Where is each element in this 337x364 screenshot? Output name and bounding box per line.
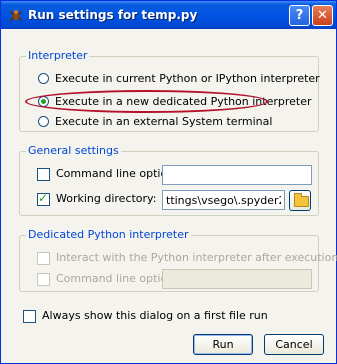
check-icon: ✓ bbox=[38, 191, 49, 205]
workdir-input[interactable] bbox=[162, 190, 285, 210]
cmdline-checkbox[interactable] bbox=[37, 168, 50, 181]
general-settings-title: General settings bbox=[26, 144, 121, 157]
dedicated-interpreter-title: Dedicated Python interpreter bbox=[26, 228, 191, 241]
title-bar[interactable]: Run settings for temp.py ? ✕ bbox=[1, 1, 336, 29]
help-button[interactable]: ? bbox=[289, 5, 310, 26]
cmdline-input[interactable] bbox=[162, 165, 312, 185]
interact-checkbox[interactable] bbox=[37, 252, 50, 265]
dedicated-cmdline-checkbox[interactable] bbox=[37, 273, 50, 286]
browse-folder-button[interactable] bbox=[289, 190, 311, 211]
radio-external-terminal[interactable] bbox=[38, 116, 49, 127]
cancel-button[interactable]: Cancel bbox=[264, 334, 324, 355]
close-button[interactable]: ✕ bbox=[312, 5, 333, 26]
red-highlight-ellipse bbox=[25, 90, 268, 113]
workdir-label[interactable]: Working directory: bbox=[56, 192, 156, 205]
radio-external-terminal-label[interactable]: Execute in an external System terminal bbox=[55, 115, 272, 128]
workdir-checkbox[interactable]: ✓ bbox=[37, 191, 50, 206]
radio-current-interpreter[interactable] bbox=[38, 73, 49, 84]
radio-current-interpreter-label[interactable]: Execute in current Python or IPython int… bbox=[55, 72, 320, 85]
run-settings-dialog: Run settings for temp.py ? ✕ Interpreter… bbox=[0, 0, 337, 364]
dedicated-cmdline-input[interactable] bbox=[162, 269, 312, 289]
always-show-checkbox[interactable] bbox=[23, 310, 36, 323]
interact-label[interactable]: Interact with the Python interpreter aft… bbox=[56, 251, 337, 264]
dedicated-cmdline-input-text[interactable] bbox=[163, 270, 311, 288]
window-title: Run settings for temp.py bbox=[28, 8, 198, 22]
always-show-label[interactable]: Always show this dialog on a first file … bbox=[42, 309, 268, 322]
spyder-icon bbox=[9, 10, 23, 22]
workdir-input-text[interactable] bbox=[163, 191, 284, 209]
run-button[interactable]: Run bbox=[193, 334, 253, 355]
cmdline-input-text[interactable] bbox=[163, 166, 311, 184]
folder-icon bbox=[294, 193, 309, 207]
interpreter-group-title: Interpreter bbox=[26, 49, 90, 62]
